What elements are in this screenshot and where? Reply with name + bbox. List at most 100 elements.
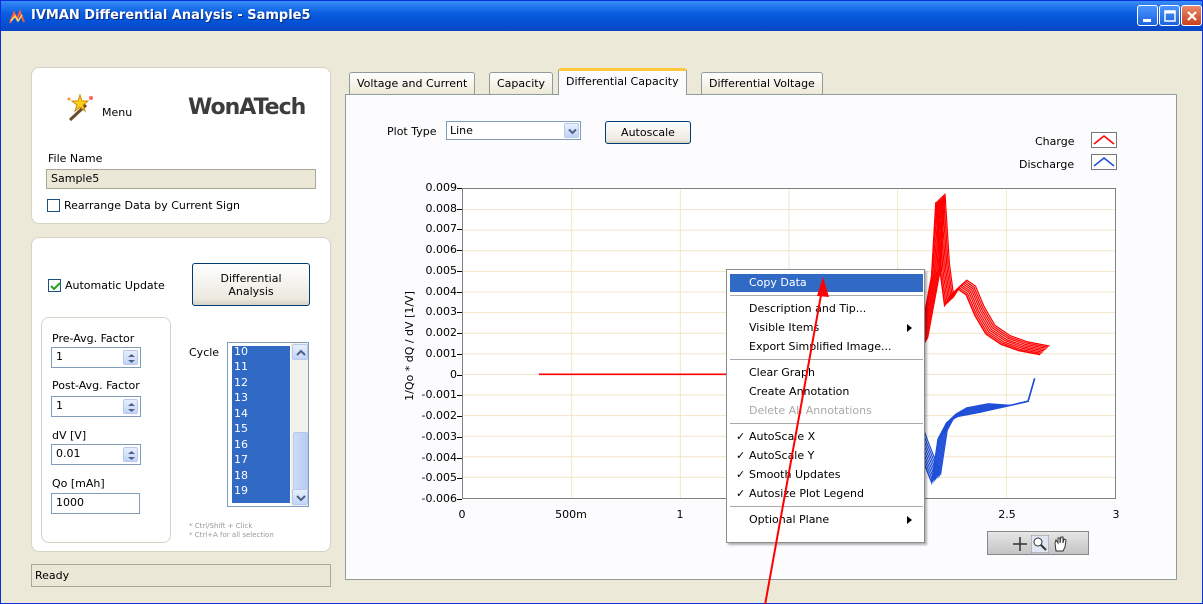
tab-capacity[interactable]: Capacity [489, 72, 554, 94]
y-tick-label: 0.009 [425, 181, 458, 194]
menu-item-label: Delete All Annotations [749, 404, 872, 417]
menu-separator [730, 295, 923, 296]
y-tick-label: -0.003 [421, 429, 457, 443]
pan-hand-icon[interactable] [1052, 535, 1068, 553]
close-icon [1187, 11, 1197, 21]
check-icon: ✓ [736, 468, 746, 481]
menu-label[interactable]: Menu [102, 106, 132, 119]
post-avg-value: 1 [56, 399, 63, 412]
spinner-arrows-icon [128, 354, 135, 363]
graph-palette [987, 531, 1089, 555]
y-tick-label: -0.005 [421, 471, 457, 485]
automatic-update-checkbox[interactable] [48, 279, 61, 292]
qo-field[interactable]: 1000 [51, 493, 140, 514]
menu-item-clear-graph[interactable]: Clear Graph [730, 364, 923, 382]
plot-type-dropdown-button[interactable] [564, 123, 579, 138]
minimize-button[interactable] [1137, 5, 1158, 26]
close-button[interactable] [1181, 5, 1202, 26]
scroll-up-button[interactable] [292, 344, 308, 360]
pre-avg-spinner[interactable] [123, 350, 138, 365]
legend-charge-swatch[interactable] [1091, 132, 1117, 148]
hint-line-1: * Ctrl/Shift + Click [189, 522, 253, 530]
scroll-down-button[interactable] [292, 489, 308, 505]
rearrange-checkbox[interactable] [47, 199, 60, 212]
cycle-item[interactable]: 13 [234, 391, 248, 404]
automatic-update-label[interactable]: Automatic Update [65, 279, 165, 292]
menu-separator [730, 359, 923, 360]
menu-item-label: Autosize Plot Legend [749, 487, 865, 500]
rearrange-label[interactable]: Rearrange Data by Current Sign [64, 199, 240, 212]
menu-item-label: Optional Plane [749, 513, 830, 526]
menu-item-optional-plane[interactable]: Optional Plane [730, 511, 923, 529]
app-window: IVMAN Differential Analysis - Sample5 Me… [0, 0, 1203, 604]
tab-differential-voltage[interactable]: Differential Voltage [701, 72, 823, 94]
menu-item-autosize-plot-legend[interactable]: ✓ Autosize Plot Legend [730, 485, 923, 503]
post-avg-field[interactable]: 1 [51, 396, 141, 417]
dv-spinner[interactable] [123, 447, 138, 462]
menu-item-smooth-updates[interactable]: ✓ Smooth Updates [730, 466, 923, 484]
menu-item-autoscale-x[interactable]: ✓ AutoScale X [730, 428, 923, 446]
menu-item-create-annotation[interactable]: Create Annotation [730, 383, 923, 401]
pre-avg-field[interactable]: 1 [51, 347, 141, 368]
x-tick-label: 2.5 [998, 508, 1016, 521]
menu-item-copy-data[interactable]: Copy Data [730, 274, 923, 292]
y-tick-label: 0.006 [425, 243, 458, 257]
title-bar[interactable]: IVMAN Differential Analysis - Sample5 [1, 1, 1202, 31]
cycle-item[interactable]: 10 [234, 345, 248, 358]
menu-item-label: AutoScale X [749, 430, 816, 443]
maximize-icon [1164, 10, 1176, 22]
y-tick-label: -0.002 [421, 409, 457, 423]
y-tick-label: 0.001 [425, 346, 458, 360]
file-name-label: File Name [48, 152, 103, 165]
checkmark-icon [50, 282, 61, 291]
cycle-item[interactable]: 17 [234, 453, 248, 466]
legend-charge-label: Charge [1035, 135, 1075, 148]
cycle-item[interactable]: 14 [234, 407, 248, 420]
file-name-field: Sample5 [46, 169, 316, 189]
menu-item-label: Description and Tip... [749, 302, 867, 315]
check-icon: ✓ [736, 487, 746, 500]
autoscale-button[interactable]: Autoscale [605, 121, 691, 144]
x-tick-label: 3 [1112, 508, 1120, 521]
tab-differential-capacity[interactable]: Differential Capacity [558, 68, 687, 95]
tab-voltage-and-current[interactable]: Voltage and Current [349, 72, 476, 94]
post-avg-label: Post-Avg. Factor [52, 379, 140, 392]
y-tick-label: -0.001 [421, 388, 457, 402]
submenu-arrow-icon [907, 516, 912, 524]
company-logo: WonATech [188, 95, 306, 120]
pre-avg-label: Pre-Avg. Factor [52, 332, 135, 345]
y-tick-label: -0.004 [421, 450, 457, 464]
window-title: IVMAN Differential Analysis - Sample5 [31, 8, 311, 23]
menu-item-export-simplified-image[interactable]: Export Simplified Image... [730, 338, 923, 356]
dv-field[interactable]: 0.01 [51, 444, 141, 465]
cycle-item[interactable]: 15 [234, 422, 248, 435]
cycle-item[interactable]: 16 [234, 438, 248, 451]
legend-discharge-swatch[interactable] [1091, 154, 1117, 170]
cycle-listbox[interactable]: 10 11 12 13 14 15 16 17 18 19 [227, 342, 309, 507]
zoom-icon[interactable] [1031, 535, 1049, 553]
crosshair-icon[interactable] [1012, 536, 1028, 552]
chevron-down-icon [568, 128, 577, 135]
spinner-arrows-icon [128, 403, 135, 412]
menu-item-autoscale-y[interactable]: ✓ AutoScale Y [730, 447, 923, 465]
differential-analysis-button[interactable]: Differential Analysis [192, 263, 310, 306]
hint-line-2: * Ctrl+A for all selection [189, 531, 274, 539]
differential-analysis-line2: Analysis [228, 285, 274, 298]
scroll-thumb[interactable] [293, 432, 308, 490]
post-avg-spinner[interactable] [123, 399, 138, 414]
cycle-item[interactable]: 12 [234, 376, 248, 389]
maximize-button[interactable] [1159, 5, 1180, 26]
y-tick-label: 0.003 [425, 305, 458, 319]
cycle-item[interactable]: 11 [234, 360, 248, 373]
app-icon [9, 9, 25, 24]
menu-item-label: Clear Graph [749, 366, 816, 379]
menu-wand-icon[interactable] [64, 93, 96, 123]
y-tick-label: 0 [450, 367, 457, 381]
menu-item-description-and-tip[interactable]: Description and Tip... [730, 300, 923, 318]
plot-type-select[interactable]: Line [446, 121, 581, 140]
cycle-item[interactable]: 19 [234, 484, 248, 497]
menu-item-label: Smooth Updates [749, 468, 841, 481]
cycle-scrollbar[interactable] [291, 343, 308, 506]
menu-item-visible-items[interactable]: Visible Items [730, 319, 923, 337]
cycle-item[interactable]: 18 [234, 469, 248, 482]
